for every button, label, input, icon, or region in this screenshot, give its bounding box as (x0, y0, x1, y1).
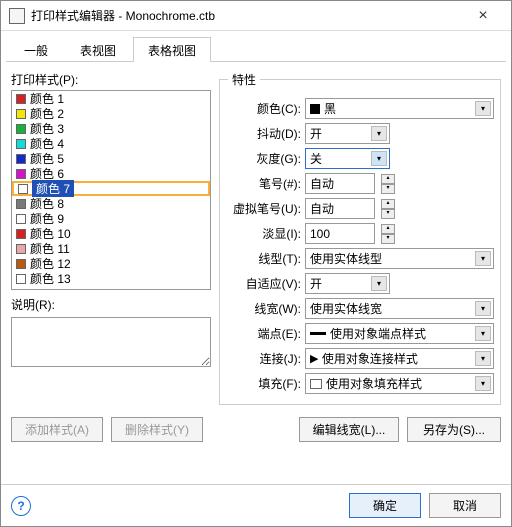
chevron-down-icon: ▾ (475, 326, 491, 341)
plot-styles-list[interactable]: 颜色 1颜色 2颜色 3颜色 4颜色 5颜色 6颜色 7颜色 8颜色 9颜色 1… (11, 90, 211, 290)
titlebar: 打印样式编辑器 - Monochrome.ctb × (1, 1, 511, 31)
endcap-select[interactable]: 使用对象端点样式 ▾ (305, 323, 494, 344)
description-input[interactable] (11, 317, 211, 367)
color-swatch-icon (16, 124, 26, 134)
chevron-down-icon: ▾ (371, 126, 387, 141)
chevron-down-icon: ▾ (475, 101, 491, 116)
list-item[interactable]: 颜色 2 (12, 106, 210, 121)
tab-general[interactable]: 一般 (9, 37, 63, 62)
line-icon (310, 332, 326, 335)
black-chip-icon (310, 104, 320, 114)
vpen-stepper[interactable]: ▴▾ (381, 199, 395, 219)
color-label: 颜色(C): (226, 100, 301, 117)
join-label: 连接(J): (226, 350, 301, 367)
join-icon: ▶ (310, 352, 318, 365)
description-label: 说明(R): (11, 296, 211, 313)
endcap-label: 端点(E): (226, 325, 301, 342)
list-item[interactable]: 颜色 12 (12, 256, 210, 271)
list-item[interactable]: 颜色 3 (12, 121, 210, 136)
color-swatch-icon (16, 154, 26, 164)
list-item[interactable]: 颜色 4 (12, 136, 210, 151)
color-select[interactable]: 黑 ▾ (305, 98, 494, 119)
pen-stepper[interactable]: ▴▾ (381, 174, 395, 194)
properties-group: 特性 颜色(C): 黑 ▾ 抖动(D): 开 ▾ 灰度(G): (219, 71, 501, 405)
color-swatch-icon (16, 259, 26, 269)
color-swatch-icon (16, 274, 26, 284)
screen-stepper[interactable]: ▴▾ (381, 224, 395, 244)
color-swatch-icon (16, 169, 26, 179)
color-swatch-icon (18, 184, 28, 194)
ltype-select[interactable]: 使用实体线型 ▾ (305, 248, 494, 269)
gray-select[interactable]: 关 ▾ (305, 148, 390, 169)
list-item[interactable]: 颜色 1 (12, 91, 210, 106)
screen-input[interactable]: 100 (305, 223, 375, 244)
cancel-button[interactable]: 取消 (429, 493, 501, 518)
tab-table[interactable]: 表视图 (65, 37, 131, 62)
ltype-label: 线型(T): (226, 250, 301, 267)
dither-select[interactable]: 开 ▾ (305, 123, 390, 144)
color-swatch-icon (16, 109, 26, 119)
gray-label: 灰度(G): (226, 150, 301, 167)
vpen-label: 虚拟笔号(U): (226, 200, 301, 217)
delete-style-button[interactable]: 删除样式(Y) (111, 417, 203, 442)
properties-legend: 特性 (228, 71, 260, 88)
chevron-down-icon: ▾ (475, 251, 491, 266)
chevron-down-icon: ▾ (475, 301, 491, 316)
list-item[interactable]: 颜色 5 (12, 151, 210, 166)
pen-input[interactable]: 自动 (305, 173, 375, 194)
color-swatch-icon (16, 199, 26, 209)
save-as-button[interactable]: 另存为(S)... (407, 417, 501, 442)
app-icon (9, 8, 25, 24)
help-button[interactable]: ? (11, 496, 31, 516)
chevron-down-icon: ▾ (371, 276, 387, 291)
plot-styles-label: 打印样式(P): (11, 71, 211, 88)
color-swatch-icon (16, 214, 26, 224)
ok-button[interactable]: 确定 (349, 493, 421, 518)
adapt-select[interactable]: 开 ▾ (305, 273, 390, 294)
fill-label: 填充(F): (226, 375, 301, 392)
box-icon (310, 379, 322, 389)
color-swatch-icon (16, 244, 26, 254)
tab-grid[interactable]: 表格视图 (133, 37, 211, 62)
list-item[interactable]: 颜色 8 (12, 196, 210, 211)
join-select[interactable]: ▶ 使用对象连接样式 ▾ (305, 348, 494, 369)
list-item[interactable]: 颜色 11 (12, 241, 210, 256)
edit-lineweight-button[interactable]: 编辑线宽(L)... (299, 417, 399, 442)
fill-select[interactable]: 使用对象填充样式 ▾ (305, 373, 494, 394)
list-item[interactable]: 颜色 13 (12, 271, 210, 286)
dither-label: 抖动(D): (226, 125, 301, 142)
tab-bar: 一般 表视图 表格视图 (1, 31, 511, 62)
chevron-down-icon: ▾ (371, 151, 387, 166)
list-item[interactable]: 颜色 9 (12, 211, 210, 226)
chevron-down-icon: ▾ (475, 376, 491, 391)
adapt-label: 自适应(V): (226, 275, 301, 292)
lweight-label: 线宽(W): (226, 300, 301, 317)
add-style-button[interactable]: 添加样式(A) (11, 417, 103, 442)
color-swatch-icon (16, 229, 26, 239)
chevron-down-icon: ▾ (475, 351, 491, 366)
pen-label: 笔号(#): (226, 175, 301, 192)
color-swatch-icon (16, 94, 26, 104)
vpen-input[interactable]: 自动 (305, 198, 375, 219)
window-title: 打印样式编辑器 - Monochrome.ctb (31, 7, 463, 24)
list-item[interactable]: 颜色 7 (12, 181, 210, 196)
list-item[interactable]: 颜色 10 (12, 226, 210, 241)
close-button[interactable]: × (463, 7, 503, 25)
list-item[interactable]: 颜色 6 (12, 166, 210, 181)
list-item-label: 颜色 13 (30, 270, 71, 287)
color-swatch-icon (16, 139, 26, 149)
screen-label: 淡显(I): (226, 225, 301, 242)
lweight-select[interactable]: 使用实体线宽 ▾ (305, 298, 494, 319)
